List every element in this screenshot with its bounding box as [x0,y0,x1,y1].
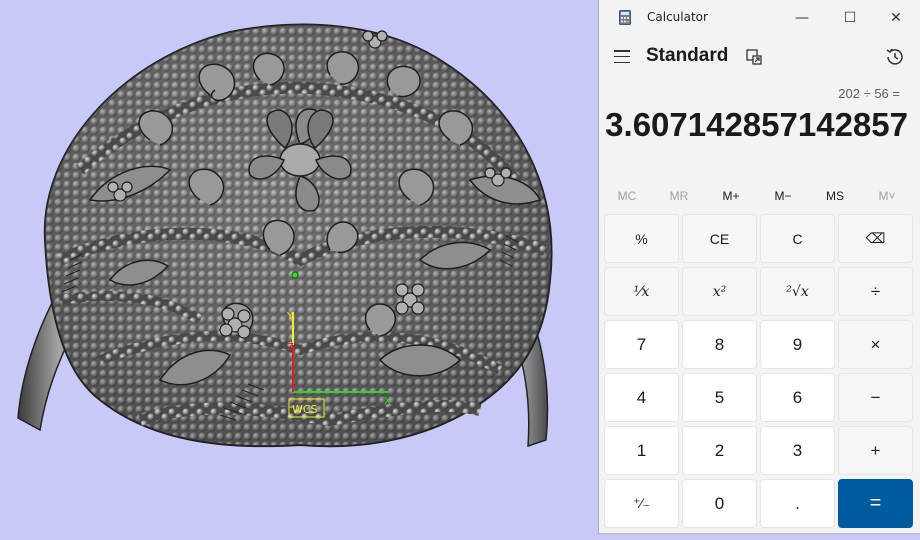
reciprocal-label: ¹⁄x [633,283,650,300]
memory-list-button[interactable]: M˅ [861,184,913,208]
title-bar[interactable]: Calculator — ☐ ✕ [599,0,920,34]
negate-button[interactable]: ⁺⁄₋ [604,479,679,528]
minimize-icon: — [795,10,809,26]
digit-6-button[interactable]: 6 [760,373,835,422]
digit-0-button[interactable]: 0 [682,479,757,528]
calculator-header: Standard [599,40,920,76]
subtract-button[interactable]: − [838,373,913,422]
multiply-button[interactable]: × [838,320,913,369]
digit-3-button[interactable]: 3 [760,426,835,475]
mode-title: Standard [646,45,729,66]
square-root-button[interactable]: ²√x [760,267,835,316]
decimal-button[interactable]: . [760,479,835,528]
memory-add-button[interactable]: M+ [705,184,757,208]
calculator-window: Calculator — ☐ ✕ Standard 202 ÷ 56 = 3.6… [598,0,920,534]
square-label: x² [712,283,727,300]
memory-subtract-button[interactable]: M− [757,184,809,208]
add-button[interactable]: + [838,426,913,475]
memory-row: MC MR M+ M− MS M˅ [599,184,920,208]
axis-z-label: Z [287,342,294,353]
digit-8-button[interactable]: 8 [682,320,757,369]
calculator-app-icon [619,10,631,25]
ring-model-render: X Y Z WCS [17,23,553,448]
equals-button[interactable]: = [838,479,913,528]
square-root-label: ²√x [786,283,809,300]
clear-entry-button[interactable]: CE [682,214,757,263]
divide-button[interactable]: ÷ [838,267,913,316]
clear-button[interactable]: C [760,214,835,263]
result-display: 3.607142857142857 [605,106,908,143]
backspace-button[interactable]: ⌫ [838,214,913,263]
digit-5-button[interactable]: 5 [682,373,757,422]
maximize-button[interactable]: ☐ [827,4,873,32]
backspace-icon: ⌫ [865,230,886,246]
axis-x-label: X [384,396,391,407]
expression-display: 202 ÷ 56 = [838,86,900,101]
memory-recall-button[interactable]: MR [653,184,705,208]
square-button[interactable]: x² [682,267,757,316]
close-button[interactable]: ✕ [873,4,919,32]
window-title: Calculator [647,10,708,24]
digit-1-button[interactable]: 1 [604,426,679,475]
memory-clear-button[interactable]: MC [601,184,653,208]
digit-2-button[interactable]: 2 [682,426,757,475]
cad-viewport[interactable]: X Y Z WCS [0,0,598,540]
digit-9-button[interactable]: 9 [760,320,835,369]
memory-store-button[interactable]: MS [809,184,861,208]
hamburger-menu-icon[interactable] [614,50,630,64]
keep-on-top-icon[interactable] [746,49,762,65]
axis-y-label: Y [286,311,294,322]
percent-button[interactable]: % [604,214,679,263]
ring-head [43,23,553,448]
minimize-button[interactable]: — [779,4,825,32]
history-icon[interactable] [884,46,906,68]
wcs-label: WCS [292,403,318,416]
close-icon: ✕ [890,10,902,26]
digit-4-button[interactable]: 4 [604,373,679,422]
digit-7-button[interactable]: 7 [604,320,679,369]
maximize-icon: ☐ [843,10,857,26]
reciprocal-button[interactable]: ¹⁄x [604,267,679,316]
